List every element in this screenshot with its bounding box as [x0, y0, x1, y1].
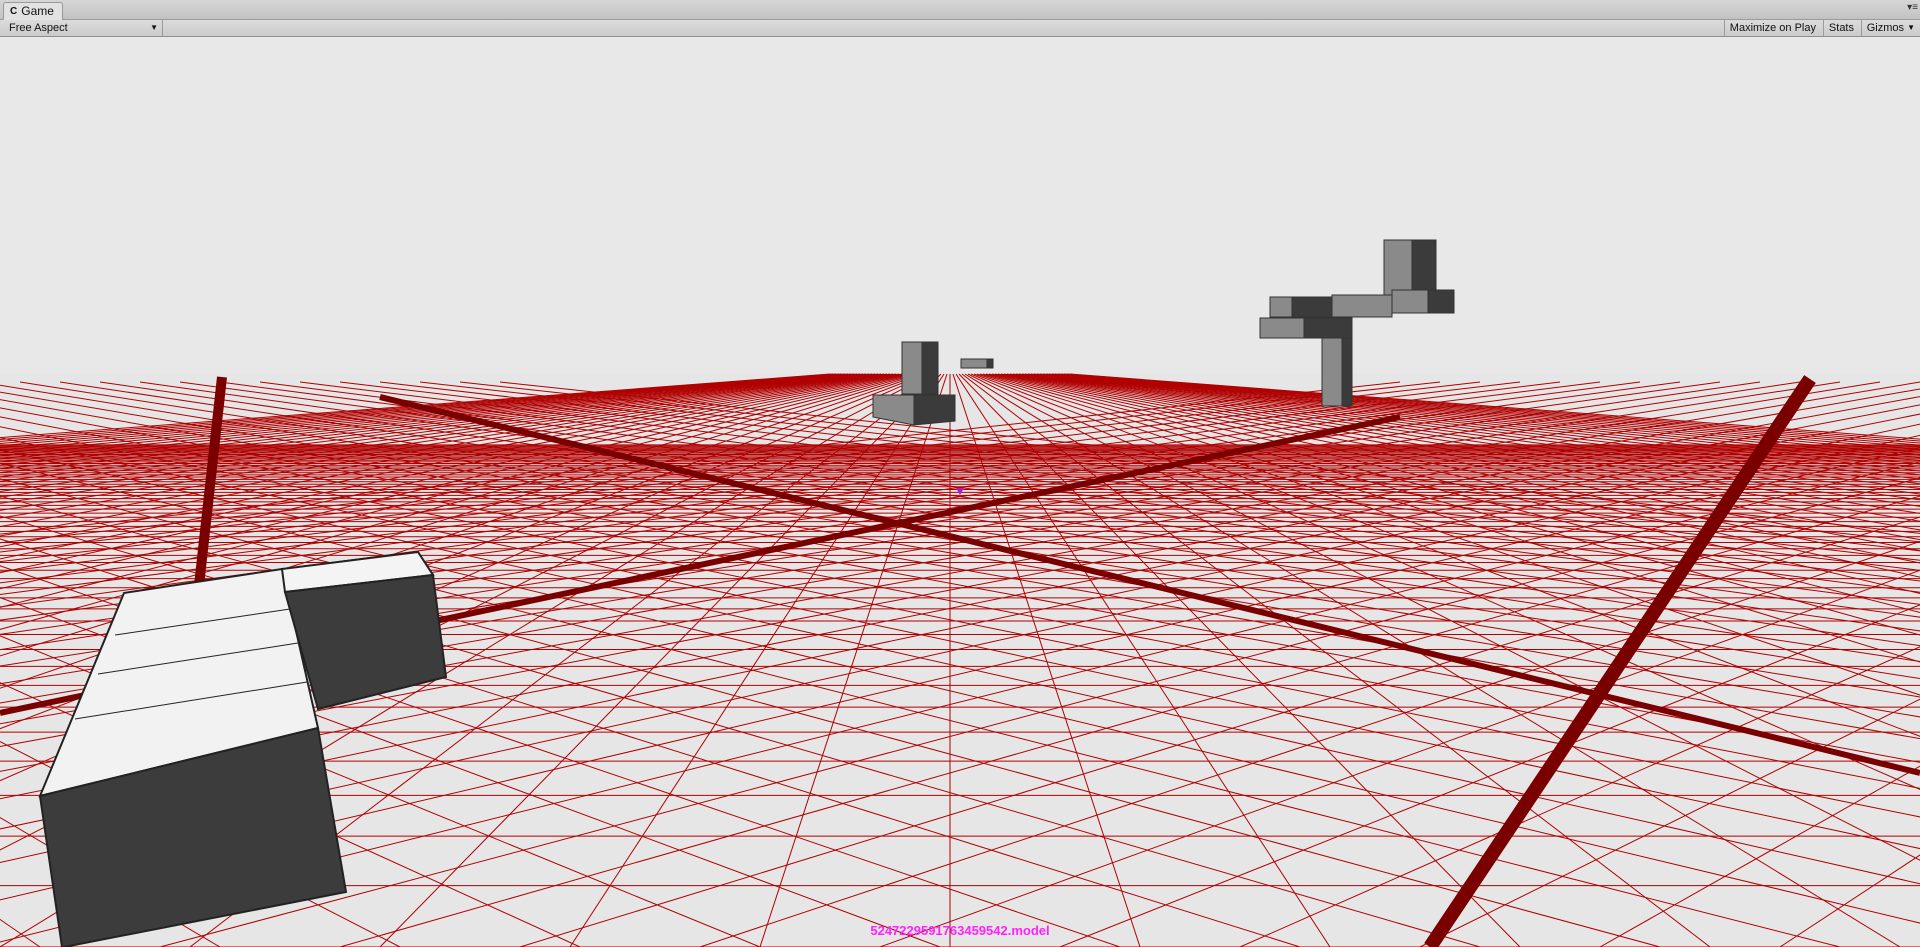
tab-game[interactable]: C Game	[3, 2, 63, 20]
right-arm	[1427, 289, 1455, 314]
right-arm	[1331, 294, 1393, 318]
chevron-down-icon: ▼	[1907, 23, 1915, 32]
right-block	[1411, 239, 1437, 297]
gizmos-label: Gizmos	[1866, 22, 1904, 34]
right-leg	[1341, 337, 1353, 407]
right-arm	[1259, 317, 1305, 339]
unity-icon: C	[10, 6, 18, 17]
model-name-label: 5247229591763459542.model	[870, 923, 1050, 938]
aspect-dropdown[interactable]: Free Aspect ▼	[3, 20, 163, 36]
game-toolbar: Free Aspect ▼ Maximize on Play Stats Giz…	[0, 20, 1920, 37]
middle-base	[913, 394, 956, 426]
chevron-down-icon: ▼	[150, 23, 158, 32]
maximize-on-play-label: Maximize on Play	[1729, 22, 1816, 34]
aspect-dropdown-label: Free Aspect	[9, 22, 68, 34]
middle-block	[901, 341, 923, 395]
right-arm	[1303, 317, 1353, 339]
scene-canvas	[0, 37, 1920, 947]
right-leg	[1321, 337, 1343, 407]
stats-label: Stats	[1828, 22, 1854, 34]
right-block	[1383, 239, 1413, 297]
middle-bar	[986, 358, 994, 369]
right-arm	[1391, 289, 1429, 314]
window-menu-icon[interactable]: ▾≡	[1907, 2, 1918, 13]
stats-button[interactable]: Stats	[1822, 20, 1859, 36]
sky	[0, 37, 1920, 377]
maximize-on-play-button[interactable]: Maximize on Play	[1723, 20, 1821, 36]
window-tabbar: C Game ▾≡	[0, 0, 1920, 20]
game-viewport[interactable]: 5247229591763459542.model	[0, 37, 1920, 947]
gizmos-dropdown[interactable]: Gizmos ▼	[1860, 20, 1918, 36]
tab-game-label: Game	[21, 4, 54, 18]
middle-bar	[960, 358, 988, 369]
right-arm	[1291, 296, 1333, 318]
middle-block	[921, 341, 939, 395]
